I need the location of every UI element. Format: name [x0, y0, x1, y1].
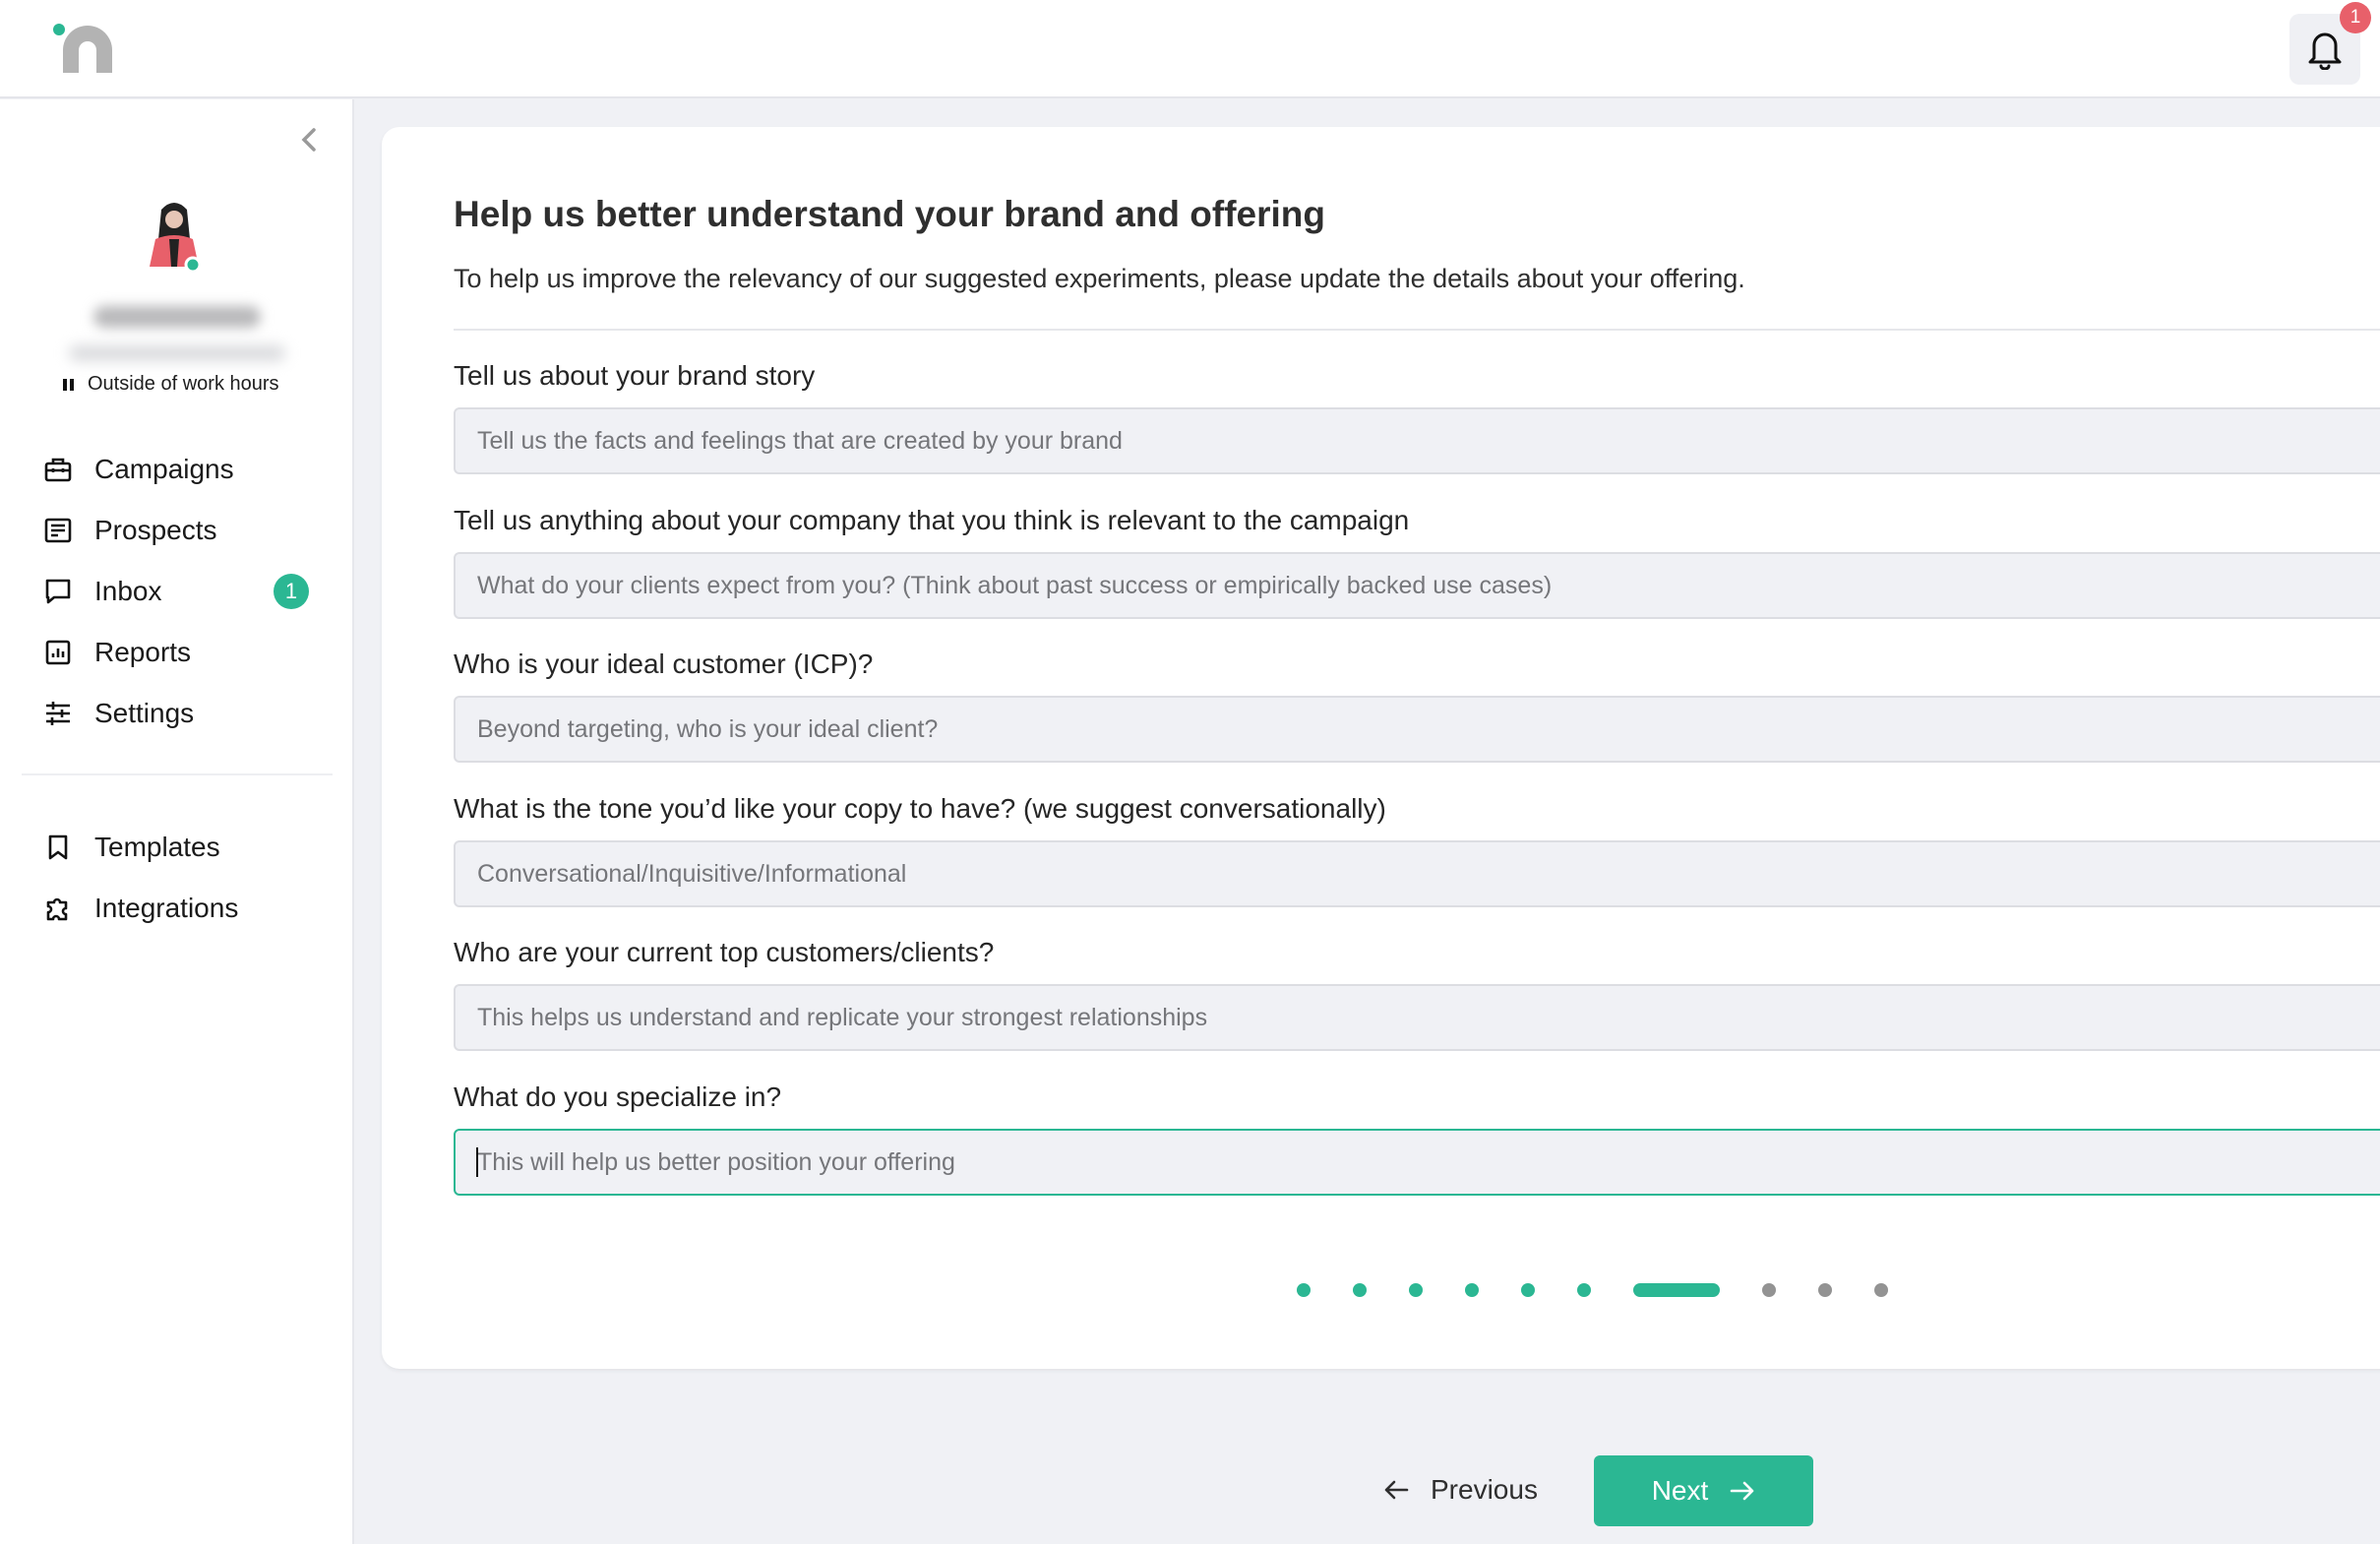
chevron-left-icon	[301, 128, 316, 152]
specialization-label: What do you specialize in?	[454, 1081, 782, 1112]
brand-story-label: Tell us about your brand story	[454, 360, 816, 391]
step-dot-pending[interactable]	[1874, 1283, 1888, 1297]
top-header: 1	[0, 0, 2380, 98]
top-customers-label: Who are your current top customers/clien…	[454, 937, 995, 967]
sidebar-item-inbox[interactable]: Inbox 1	[0, 561, 354, 622]
briefcase-icon	[43, 455, 73, 484]
inbox-unread-badge: 1	[274, 574, 309, 609]
previous-button-label: Previous	[1431, 1474, 1538, 1505]
sidebar-divider	[22, 773, 333, 775]
collapse-sidebar-button[interactable]	[295, 124, 323, 155]
sidebar-item-label: Templates	[94, 832, 220, 862]
app-logo[interactable]	[51, 24, 114, 75]
sidebar-nav: Campaigns Prospects Inbox 1 Reports Sett…	[0, 439, 354, 939]
top-customers-input[interactable]	[454, 984, 2380, 1051]
step-dot-completed[interactable]	[1465, 1283, 1479, 1297]
sidebar-item-label: Campaigns	[94, 454, 234, 484]
sidebar-item-label: Integrations	[94, 893, 239, 923]
sidebar-item-label: Reports	[94, 637, 192, 667]
user-avatar[interactable]	[138, 198, 211, 280]
sidebar-item-prospects[interactable]: Prospects	[0, 500, 354, 561]
company-relevance-input[interactable]	[454, 552, 2380, 619]
step-dot-pending[interactable]	[1762, 1283, 1776, 1297]
step-dot-completed[interactable]	[1353, 1283, 1367, 1297]
copy-tone-label: What is the tone you’d like your copy to…	[454, 793, 1386, 824]
sidebar-item-label: Prospects	[94, 515, 217, 545]
company-relevance-label: Tell us anything about your company that…	[454, 505, 1410, 535]
chat-bubble-icon	[43, 577, 73, 606]
previous-button[interactable]: Previous	[1377, 1455, 1544, 1524]
bar-chart-icon	[43, 638, 73, 667]
form-subtitle: To help us improve the relevancy of our …	[454, 264, 1745, 293]
ideal-customer-label: Who is your ideal customer (ICP)?	[454, 648, 874, 679]
sidebar-item-label: Inbox	[94, 576, 162, 606]
next-button-label: Next	[1651, 1475, 1709, 1506]
user-email-blurred	[69, 345, 285, 361]
puzzle-icon	[43, 894, 73, 923]
work-status-label: Outside of work hours	[88, 373, 279, 395]
sidebar-item-label: Settings	[94, 698, 195, 728]
brand-story-input[interactable]	[454, 407, 2380, 474]
text-cursor	[476, 1147, 478, 1177]
work-status[interactable]: Outside of work hours	[63, 373, 279, 396]
list-document-icon	[43, 516, 73, 545]
user-name-blurred	[93, 306, 261, 328]
copy-tone-input[interactable]	[454, 840, 2380, 907]
step-dot-current[interactable]	[1633, 1283, 1720, 1297]
step-dot-pending[interactable]	[1818, 1283, 1832, 1297]
arrow-right-icon	[1730, 1481, 1754, 1501]
specialization-input[interactable]	[454, 1129, 2380, 1196]
sidebar-item-templates[interactable]: Templates	[0, 817, 354, 878]
sidebar: Outside of work hours Campaigns Prospect…	[0, 99, 354, 1544]
form-divider	[454, 329, 2380, 331]
bookmark-icon	[43, 833, 73, 862]
sidebar-item-reports[interactable]: Reports	[0, 622, 354, 683]
onboarding-form-card: Help us better understand your brand and…	[382, 127, 2380, 1369]
logo-dot	[53, 24, 65, 35]
form-title: Help us better understand your brand and…	[454, 194, 1326, 234]
notification-count-badge: 1	[2340, 2, 2371, 33]
next-button[interactable]: Next	[1594, 1455, 1813, 1526]
pause-icon	[63, 378, 74, 391]
logo-n-shape	[63, 26, 112, 73]
sliders-icon	[43, 699, 73, 728]
step-dot-completed[interactable]	[1577, 1283, 1591, 1297]
sidebar-item-settings[interactable]: Settings	[0, 683, 354, 744]
avatar-image	[150, 203, 202, 274]
step-dot-completed[interactable]	[1297, 1283, 1311, 1297]
arrow-left-icon	[1384, 1480, 1409, 1500]
sidebar-item-integrations[interactable]: Integrations	[0, 878, 354, 939]
step-dot-completed[interactable]	[1521, 1283, 1535, 1297]
sidebar-item-campaigns[interactable]: Campaigns	[0, 439, 354, 500]
step-dot-completed[interactable]	[1409, 1283, 1423, 1297]
bell-icon	[2308, 32, 2342, 70]
ideal-customer-input[interactable]	[454, 696, 2380, 763]
